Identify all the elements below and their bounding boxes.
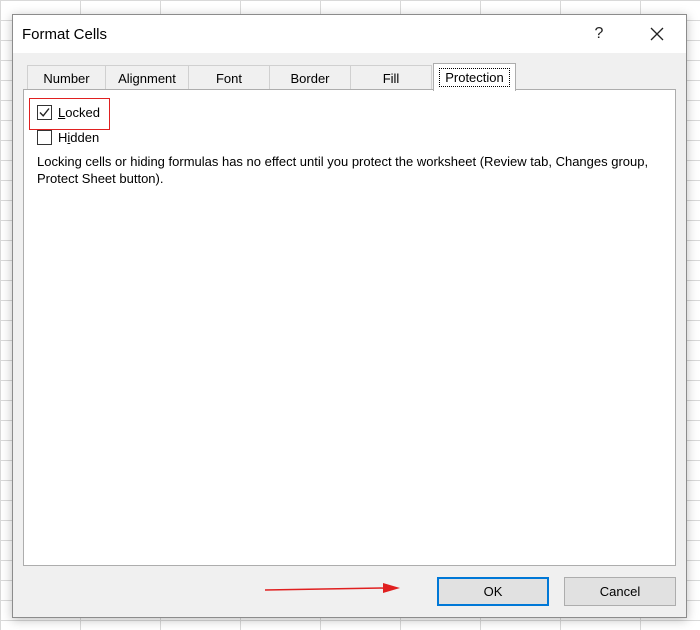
help-button[interactable]: ?	[581, 19, 617, 49]
protection-panel: Locked Hidden Locking cells or hiding fo…	[23, 89, 676, 566]
ok-button[interactable]: OK	[437, 577, 549, 606]
dialog-title: Format Cells	[22, 26, 108, 43]
locked-checkbox[interactable]	[37, 105, 52, 120]
hidden-checkbox[interactable]	[37, 130, 52, 145]
close-icon	[650, 27, 664, 41]
tab-number[interactable]: Number	[27, 65, 106, 90]
protection-note: Locking cells or hiding formulas has no …	[37, 154, 649, 186]
cancel-button[interactable]: Cancel	[564, 577, 676, 606]
hidden-label: Hidden	[58, 130, 100, 145]
format-cells-dialog: Format Cells ? Number Alignment Font Bor…	[12, 14, 687, 618]
hidden-checkbox-row[interactable]: Hidden	[37, 130, 99, 145]
red-arrow-annotation	[264, 583, 400, 593]
tab-font[interactable]: Font	[188, 65, 270, 90]
close-button[interactable]	[637, 19, 677, 49]
tab-fill[interactable]: Fill	[350, 65, 432, 90]
locked-label: Locked	[58, 105, 100, 120]
tab-strip: Number Alignment Font Border Fill Protec…	[23, 63, 676, 91]
tab-alignment[interactable]: Alignment	[105, 65, 189, 90]
tab-border[interactable]: Border	[269, 65, 351, 90]
tab-protection[interactable]: Protection	[433, 63, 516, 91]
title-bar: Format Cells ?	[13, 15, 686, 53]
locked-checkbox-row[interactable]: Locked	[37, 105, 100, 120]
checkmark-icon	[39, 108, 50, 117]
